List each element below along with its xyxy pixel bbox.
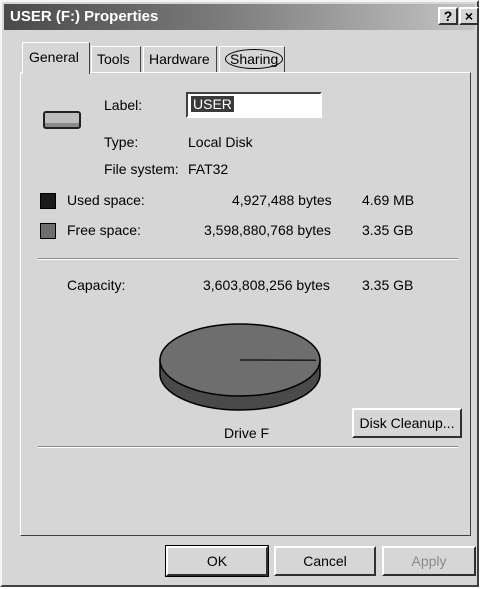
type-value: Local Disk xyxy=(188,134,253,150)
tab-sharing-label: Sharing xyxy=(225,49,284,69)
label-caption: Label: xyxy=(104,97,143,113)
used-space-size: 4.69 MB xyxy=(362,192,415,208)
tab-general[interactable]: General xyxy=(22,42,90,74)
free-space-size: 3.35 GB xyxy=(362,222,414,238)
divider xyxy=(38,446,458,448)
cancel-button[interactable]: Cancel xyxy=(274,546,376,576)
used-space-bytes: 4,927,488 bytes xyxy=(232,192,332,208)
tab-hardware[interactable]: Hardware xyxy=(143,46,217,72)
apply-button[interactable]: Apply xyxy=(382,546,476,576)
tab-sharing[interactable]: Sharing xyxy=(219,46,285,72)
free-space-swatch xyxy=(40,223,56,239)
used-space-swatch xyxy=(40,193,56,209)
disk-cleanup-button[interactable]: Disk Cleanup... xyxy=(352,408,462,438)
file-system-caption: File system: xyxy=(104,161,179,177)
drive-icon xyxy=(43,111,81,129)
disk-usage-pie xyxy=(159,323,321,411)
capacity-bytes: 3,603,808,256 bytes xyxy=(203,277,330,293)
label-field-value: USER xyxy=(191,96,234,112)
type-caption: Type: xyxy=(104,134,139,150)
free-space-bytes: 3,598,880,768 bytes xyxy=(204,222,331,238)
capacity-caption: Capacity: xyxy=(67,277,126,293)
tab-tools[interactable]: Tools xyxy=(91,46,141,72)
free-space-caption: Free space: xyxy=(67,222,141,238)
used-space-caption: Used space: xyxy=(67,192,145,208)
capacity-size: 3.35 GB xyxy=(362,277,414,293)
tab-strip: General Tools Hardware Sharing xyxy=(0,0,483,80)
label-field[interactable]: USER xyxy=(186,92,322,118)
ok-button[interactable]: OK xyxy=(165,545,269,577)
drive-name: Drive F xyxy=(224,425,270,441)
file-system-value: FAT32 xyxy=(188,161,229,177)
divider xyxy=(38,258,458,260)
